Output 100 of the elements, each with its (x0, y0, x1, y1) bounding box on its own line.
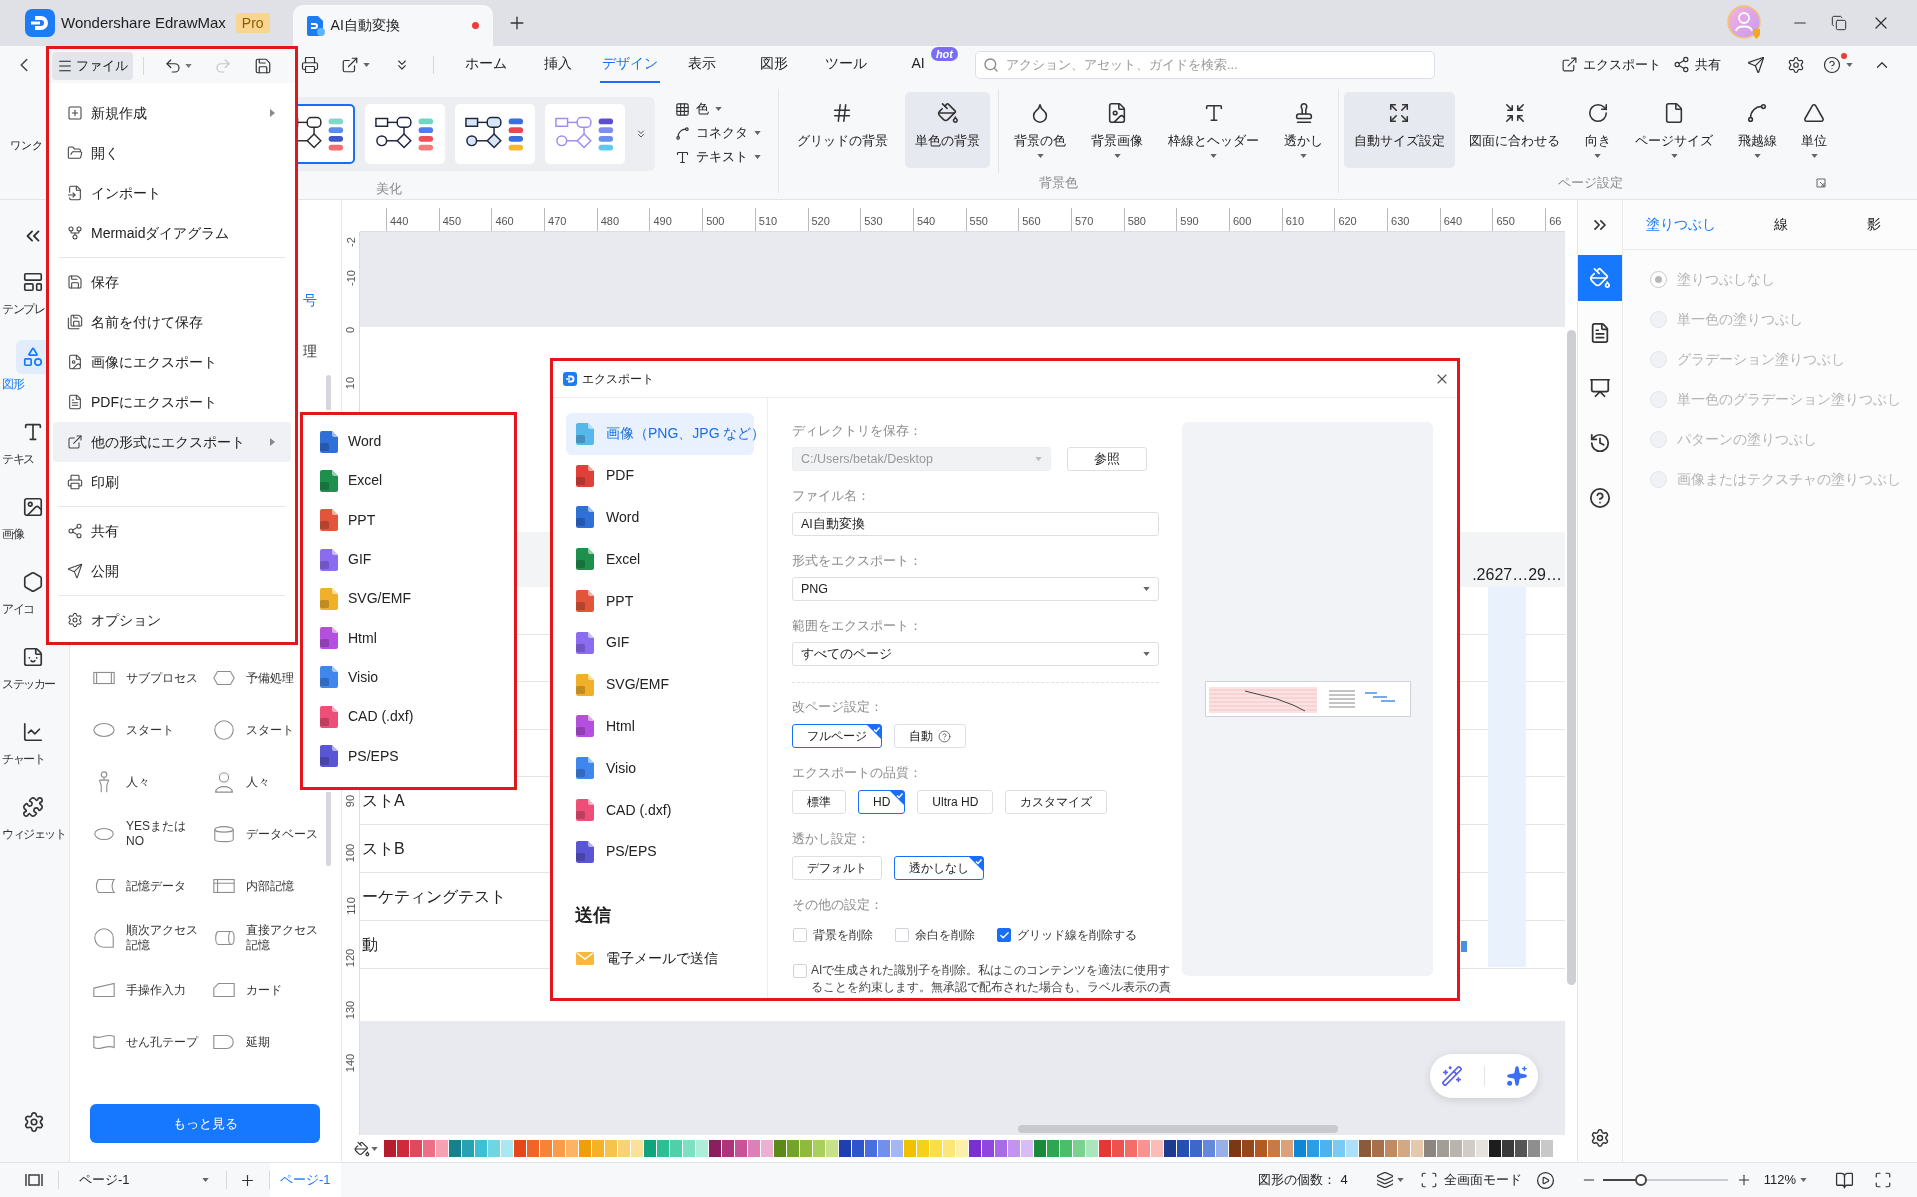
ribbon-button[interactable]: 単色の背景 (905, 92, 991, 168)
zoom-slider-track[interactable] (1602, 1174, 1728, 1186)
menu-tab[interactable]: 挿入 (542, 46, 574, 83)
shape-item[interactable]: 手操作入力 (92, 978, 186, 1002)
color-swatch-icon[interactable] (631, 1140, 643, 1157)
color-swatch-icon[interactable] (982, 1140, 994, 1157)
menu-item[interactable]: Mermaidダイアグラム (53, 213, 291, 253)
color-swatch-icon[interactable] (1255, 1140, 1267, 1157)
radio-button[interactable] (1650, 470, 1667, 488)
color-swatch-icon[interactable] (683, 1140, 695, 1157)
color-swatch-icon[interactable] (462, 1140, 474, 1157)
color-swatch-icon[interactable] (514, 1140, 526, 1157)
color-swatch-icon[interactable] (813, 1140, 825, 1157)
color-swatch-icon[interactable] (1229, 1140, 1241, 1157)
color-swatch-icon[interactable] (566, 1140, 578, 1157)
menu-item[interactable]: Visio (303, 657, 514, 698)
color-swatch-icon[interactable] (839, 1140, 851, 1157)
format-item[interactable]: PDF (566, 454, 754, 497)
color-swatch-icon[interactable] (579, 1140, 591, 1157)
menu-tab[interactable]: AI (909, 46, 927, 83)
shape-item[interactable]: スタート (92, 718, 174, 742)
color-swatch-icon[interactable] (891, 1140, 903, 1157)
play-icon[interactable] (1535, 1170, 1555, 1190)
layers-icon[interactable] (1375, 1171, 1394, 1189)
toolbar-action[interactable]: エクスポート (1561, 54, 1661, 75)
color-swatch-icon[interactable] (657, 1140, 669, 1157)
menu-tab[interactable]: ツール (823, 46, 869, 83)
color-swatch-icon[interactable] (878, 1140, 890, 1157)
panel-tab[interactable]: 影 (1831, 200, 1917, 249)
ribbon-option[interactable]: テキスト (675, 147, 761, 167)
option-button[interactable]: フルページ (792, 724, 882, 748)
panel-tab[interactable]: 塗りつぶし (1631, 200, 1731, 249)
format-item[interactable]: SVG/EMF (566, 663, 754, 706)
option-button[interactable]: 標準 (792, 790, 846, 814)
zoom-select[interactable]: 112% (1763, 1170, 1807, 1190)
color-swatch-icon[interactable] (1346, 1140, 1358, 1157)
dropdown-field[interactable]: PNG (792, 577, 1159, 601)
shape-item[interactable]: せん孔テープ (92, 1030, 198, 1054)
ribbon-button[interactable]: 透かし (1274, 92, 1333, 168)
option-button[interactable]: HD (858, 790, 906, 814)
menu-item[interactable]: 新規作成 (53, 93, 291, 133)
radio-button[interactable] (1650, 430, 1667, 448)
color-swatch-icon[interactable] (1060, 1140, 1072, 1157)
ribbon-button[interactable]: 図面に合わせる (1459, 92, 1571, 168)
color-swatch-icon[interactable] (592, 1140, 604, 1157)
color-swatch-icon[interactable] (1294, 1140, 1306, 1157)
color-swatch-icon[interactable] (943, 1140, 955, 1157)
option-button[interactable]: Ultra HD (917, 790, 994, 814)
color-swatch-icon[interactable] (1333, 1140, 1345, 1157)
ribbon-button[interactable]: 向き (1574, 92, 1621, 168)
color-swatch-icon[interactable] (1411, 1140, 1423, 1157)
page-select[interactable]: ページ-1 (79, 1170, 209, 1190)
color-swatch-icon[interactable] (1242, 1140, 1254, 1157)
format-item[interactable]: Word (566, 496, 754, 539)
ribbon-button[interactable]: 背景の色 (1004, 92, 1076, 168)
color-swatch-icon[interactable] (1177, 1140, 1189, 1157)
format-item[interactable]: Html (566, 705, 754, 748)
color-swatch-icon[interactable] (709, 1140, 721, 1157)
color-swatch-icon[interactable] (969, 1140, 981, 1157)
radio-button[interactable] (1650, 270, 1667, 288)
color-swatch-icon[interactable] (1099, 1140, 1111, 1157)
color-swatch-icon[interactable] (1450, 1140, 1462, 1157)
menu-item[interactable]: Html (303, 618, 514, 658)
ribbon-button[interactable]: 単位 (1791, 92, 1838, 168)
ribbon-button[interactable]: ページサイズ (1625, 92, 1724, 168)
settings-icon[interactable] (1590, 1128, 1610, 1148)
color-swatch-icon[interactable] (605, 1140, 617, 1157)
send-item[interactable]: 電子メールで送信 (553, 940, 767, 977)
magic-wand-icon[interactable] (1440, 1065, 1463, 1087)
color-swatch-icon[interactable] (1320, 1140, 1332, 1157)
sidebar-item[interactable]: ステッカー (0, 640, 69, 715)
toolbar-action[interactable]: 共有 (1673, 54, 1721, 75)
shape-item[interactable]: データベース (212, 822, 318, 846)
menu-item[interactable]: 他の形式にエクスポート (53, 422, 291, 462)
color-swatch-icon[interactable] (787, 1140, 799, 1157)
color-swatch-icon[interactable] (956, 1140, 968, 1157)
format-item[interactable]: CAD (.dxf) (566, 789, 754, 831)
slider-thumb[interactable] (1635, 1174, 1648, 1186)
color-swatch-icon[interactable] (1541, 1140, 1553, 1157)
search-field[interactable]: アクション、アセット、ガイドを検索... (975, 50, 1435, 79)
shape-item[interactable]: 順次アクセス記憶 (92, 923, 200, 953)
ribbon-button[interactable]: 背景画像 (1081, 92, 1153, 168)
color-swatch-icon[interactable] (800, 1140, 812, 1157)
ribbon-button[interactable]: グリッドの背景 (786, 92, 898, 168)
menu-item[interactable]: PS/EPS (303, 736, 514, 776)
color-swatch-icon[interactable] (1385, 1140, 1397, 1157)
color-swatch-icon[interactable] (449, 1140, 461, 1157)
color-swatch-icon[interactable] (410, 1140, 422, 1157)
shape-item[interactable]: 直接アクセス記憶 (212, 923, 320, 953)
settings-icon[interactable] (1787, 55, 1805, 74)
color-swatch-icon[interactable] (930, 1140, 942, 1157)
color-swatch-icon[interactable] (1307, 1140, 1319, 1157)
menu-item[interactable]: GIF (303, 539, 514, 580)
theme-option[interactable] (365, 104, 445, 164)
option-button[interactable]: 透かしなし (894, 856, 984, 880)
restore-icon[interactable] (1831, 15, 1847, 31)
color-swatch-icon[interactable] (917, 1140, 929, 1157)
dialog-launcher-icon[interactable] (1816, 178, 1826, 188)
color-swatch-icon[interactable] (1268, 1140, 1280, 1157)
menu-item[interactable]: CAD (.dxf) (303, 697, 514, 737)
